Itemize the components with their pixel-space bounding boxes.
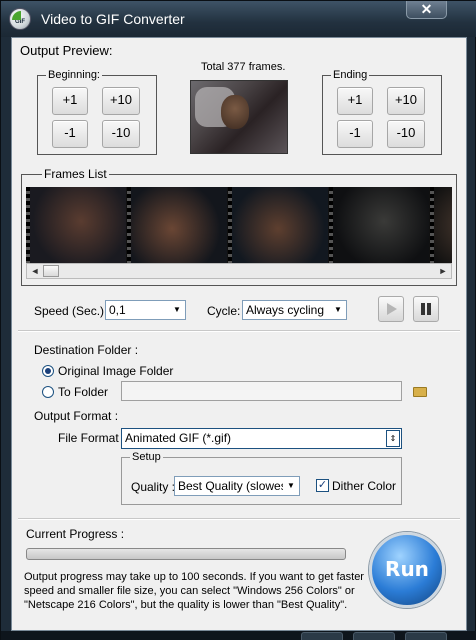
dither-checkbox[interactable]: ✓ [316, 479, 329, 492]
output-preview-heading: Output Preview: [20, 43, 113, 58]
progress-bar [26, 548, 346, 560]
title-bar[interactable]: GIF Video to GIF Converter ✕ [1, 1, 476, 37]
quality-select[interactable]: Best Quality (slowest) ▼ [174, 476, 300, 496]
radio-original-folder[interactable] [42, 365, 54, 377]
window-title: Video to GIF Converter [41, 11, 185, 27]
cycle-value: Always cycling [246, 303, 325, 317]
quality-value: Best Quality (slowest) [178, 479, 295, 493]
preview-image-face [221, 95, 249, 129]
updown-icon[interactable]: ⇕ [386, 430, 400, 447]
folder-path-input[interactable] [121, 381, 402, 401]
taskbar-tab[interactable] [405, 632, 447, 640]
beginning-plus1-button[interactable]: +1 [52, 87, 88, 115]
file-format-label: File Format [58, 431, 119, 445]
play-icon [387, 303, 397, 315]
app-logo-text: GIF [15, 19, 25, 25]
total-frames-text: Total 377 frames. [201, 61, 286, 73]
original-folder-label[interactable]: Original Image Folder [58, 364, 173, 378]
setup-group: Setup Quality : Best Quality (slowest) ▼… [121, 450, 402, 505]
frame-thumbnail[interactable] [127, 187, 227, 263]
setup-title: Setup [130, 450, 163, 464]
frame-thumbnail[interactable] [430, 187, 452, 263]
ending-minus10-button[interactable]: -10 [387, 120, 425, 148]
scroll-thumb[interactable] [43, 265, 59, 277]
taskbar-tab[interactable] [353, 632, 395, 640]
pause-icon [421, 303, 431, 315]
frame-thumbnail[interactable] [26, 187, 126, 263]
preview-image [190, 80, 288, 154]
taskbar-tab[interactable] [301, 632, 343, 640]
frames-list-title: Frames List [42, 167, 109, 181]
scroll-right-icon[interactable]: ► [435, 264, 451, 278]
speed-label: Speed (Sec.): [34, 304, 108, 318]
pause-button[interactable] [413, 296, 439, 322]
chevron-down-icon[interactable]: ▼ [169, 301, 185, 319]
ending-plus10-button[interactable]: +10 [387, 87, 425, 115]
ending-title: Ending [331, 68, 370, 82]
scroll-left-icon[interactable]: ◄ [27, 264, 43, 278]
close-button[interactable]: ✕ [406, 1, 447, 19]
file-format-value: Animated GIF (*.gif) [125, 431, 232, 445]
destination-heading: Destination Folder : [34, 343, 139, 357]
run-button[interactable]: Run [369, 532, 445, 608]
frames-list-group: Frames List ◄ ► [21, 167, 457, 286]
divider [18, 330, 460, 332]
folder-open-icon[interactable] [413, 387, 427, 397]
progress-note: Output progress may take up to 100 secon… [24, 571, 364, 611]
speed-value: 0,1 [109, 303, 126, 317]
file-format-select[interactable]: Animated GIF (*.gif) ⇕ [121, 428, 402, 449]
chevron-down-icon[interactable]: ▼ [330, 301, 346, 319]
current-progress-label: Current Progress : [26, 527, 125, 541]
ending-group: Ending +1 +10 -1 -10 [322, 68, 442, 155]
speed-select[interactable]: 0,1 ▼ [105, 300, 186, 320]
cycle-label: Cycle: [207, 304, 241, 318]
output-format-heading: Output Format : [34, 409, 119, 423]
cycle-select[interactable]: Always cycling ▼ [242, 300, 347, 320]
frame-thumbnail[interactable] [329, 187, 429, 263]
app-logo-icon: GIF [9, 8, 31, 30]
ending-plus1-button[interactable]: +1 [337, 87, 373, 115]
beginning-plus10-button[interactable]: +10 [102, 87, 140, 115]
dither-label[interactable]: Dither Color [332, 479, 396, 493]
beginning-group: Beginning: +1 +10 -1 -10 [37, 68, 157, 155]
to-folder-label[interactable]: To Folder [58, 385, 108, 399]
beginning-minus10-button[interactable]: -10 [102, 120, 140, 148]
play-button[interactable] [378, 296, 404, 322]
beginning-title: Beginning: [46, 68, 102, 82]
ending-minus1-button[interactable]: -1 [337, 120, 373, 148]
beginning-minus1-button[interactable]: -1 [52, 120, 88, 148]
divider [18, 518, 460, 520]
frame-thumbnail[interactable] [228, 187, 328, 263]
radio-to-folder[interactable] [42, 386, 54, 398]
frames-scrollbar[interactable]: ◄ ► [26, 263, 452, 279]
frames-strip[interactable] [26, 187, 452, 263]
quality-label: Quality : [131, 480, 176, 494]
app-window: GIF Video to GIF Converter ✕ Output Prev… [0, 0, 476, 640]
chevron-down-icon[interactable]: ▼ [283, 477, 299, 495]
main-panel: Output Preview: Beginning: +1 +10 -1 -10… [11, 37, 467, 631]
